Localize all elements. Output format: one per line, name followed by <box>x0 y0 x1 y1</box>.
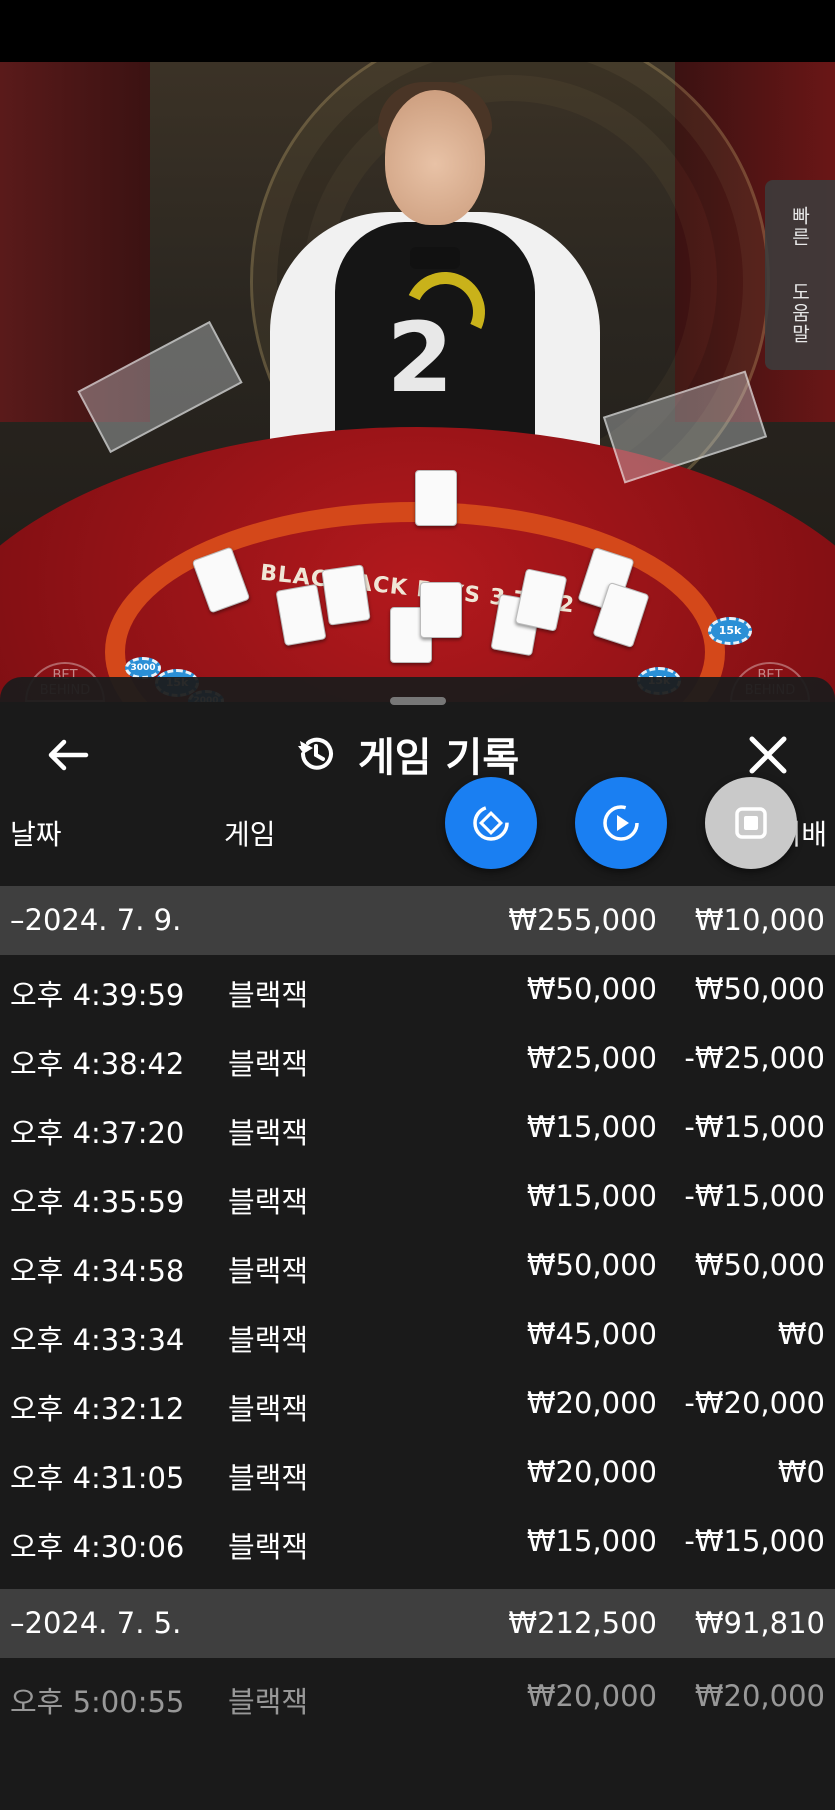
payout-amount: ₩0 <box>777 1455 825 1489</box>
replay-button[interactable] <box>575 777 667 869</box>
close-icon <box>749 736 787 774</box>
history-row[interactable]: 오후 5:00:55 블랙잭 ₩20,000 ₩20,000 <box>0 1662 835 1731</box>
bet-chip: 15k <box>708 617 752 645</box>
game-name: 블랙잭 <box>228 1530 309 1564</box>
history-row[interactable]: 오후 4:31:05 블랙잭 ₩20,000 ₩0 <box>0 1438 835 1507</box>
playing-card <box>415 470 457 526</box>
status-bar <box>0 0 835 62</box>
bet-chip: 3000 <box>125 657 161 679</box>
history-row[interactable]: 오후 4:34:58 블랙잭 ₩50,000 ₩50,000 <box>0 1231 835 1300</box>
round-time: 오후 4:31:05 <box>10 1461 185 1495</box>
quick-help-tab[interactable]: 빠른 도움말 <box>765 180 835 370</box>
date-group-row[interactable]: –2024. 7. 5. ₩212,500 ₩91,810 <box>0 1589 835 1658</box>
history-row[interactable]: 오후 4:33:34 블랙잭 ₩45,000 ₩0 <box>0 1300 835 1369</box>
page-title: 게임 기록 <box>358 735 520 781</box>
bet-amount: ₩50,000 <box>526 972 657 1006</box>
game-name: 블랙잭 <box>228 1185 309 1219</box>
bet-amount: ₩15,000 <box>526 1524 657 1558</box>
game-name: 블랙잭 <box>228 1461 309 1495</box>
history-row[interactable]: 오후 4:39:59 블랙잭 ₩50,000 ₩50,000 <box>0 955 835 1024</box>
stop-button[interactable] <box>705 777 797 869</box>
dealer-bowtie <box>410 247 460 269</box>
bet-amount: ₩20,000 <box>526 1386 657 1420</box>
history-row[interactable]: 오후 4:35:59 블랙잭 ₩15,000 -₩15,000 <box>0 1162 835 1231</box>
bet-amount: ₩20,000 <box>526 1679 657 1713</box>
total-bet: ₩212,500 <box>508 1606 657 1640</box>
live-game-video: BLACKJACK PAYS 3 TO 2 15k 15k 15k 15k 15… <box>0 62 835 702</box>
close-button[interactable] <box>738 727 798 783</box>
payout-amount: -₩25,000 <box>684 1041 825 1075</box>
round-time: 오후 4:33:34 <box>10 1323 185 1357</box>
game-name: 블랙잭 <box>228 1685 309 1719</box>
quick-help-label: 도움말 <box>788 281 811 345</box>
payout-amount: ₩50,000 <box>694 972 825 1006</box>
history-icon <box>298 737 333 770</box>
round-time: 오후 4:39:59 <box>10 978 185 1012</box>
column-header-game: 게임 <box>224 818 276 851</box>
payout-amount: ₩50,000 <box>694 1248 825 1282</box>
round-time: 오후 4:34:58 <box>10 1254 185 1288</box>
column-header-date: 날짜 <box>10 818 62 851</box>
bet-amount: ₩45,000 <box>526 1317 657 1351</box>
round-time: 오후 4:35:59 <box>10 1185 185 1219</box>
rotate-screen-button[interactable] <box>445 777 537 869</box>
game-name: 블랙잭 <box>228 1392 309 1426</box>
game-name: 블랙잭 <box>228 978 309 1012</box>
stop-icon <box>735 807 767 839</box>
round-time: 오후 4:37:20 <box>10 1116 185 1150</box>
history-row[interactable]: 오후 4:37:20 블랙잭 ₩15,000 -₩15,000 <box>0 1093 835 1162</box>
payout-amount: ₩20,000 <box>694 1679 825 1713</box>
sheet-header: 게임 기록 <box>0 717 835 791</box>
bet-amount: ₩20,000 <box>526 1455 657 1489</box>
playing-card <box>321 564 371 626</box>
round-time: 오후 4:32:12 <box>10 1392 185 1426</box>
payout-amount: -₩15,000 <box>684 1179 825 1213</box>
payout-amount: -₩20,000 <box>684 1386 825 1420</box>
bet-amount: ₩15,000 <box>526 1110 657 1144</box>
bet-amount: ₩25,000 <box>526 1041 657 1075</box>
payout-amount: ₩0 <box>777 1317 825 1351</box>
round-time: 오후 4:38:42 <box>10 1047 185 1081</box>
sheet-title-group: 게임 기록 <box>294 725 519 783</box>
game-name: 블랙잭 <box>228 1323 309 1357</box>
date-label: –2024. 7. 9. <box>10 903 182 937</box>
payout-amount: -₩15,000 <box>684 1110 825 1144</box>
bet-amount: ₩50,000 <box>526 1248 657 1282</box>
payout-amount: -₩15,000 <box>684 1524 825 1558</box>
total-payout: ₩91,810 <box>694 1606 825 1640</box>
playing-card <box>420 582 462 638</box>
history-row[interactable]: 오후 4:30:06 블랙잭 ₩15,000 -₩15,000 <box>0 1507 835 1576</box>
bet-amount: ₩15,000 <box>526 1179 657 1213</box>
game-name: 블랙잭 <box>228 1116 309 1150</box>
dealer-head <box>385 90 485 225</box>
history-row[interactable]: 오후 4:32:12 블랙잭 ₩20,000 -₩20,000 <box>0 1369 835 1438</box>
back-button[interactable] <box>38 727 98 783</box>
total-bet: ₩255,000 <box>508 903 657 937</box>
arrow-left-icon <box>48 739 89 771</box>
total-payout: ₩10,000 <box>694 903 825 937</box>
replay-icon <box>603 805 639 841</box>
rotate-icon <box>473 805 509 841</box>
countdown-number: 2 <box>386 302 454 414</box>
round-time: 오후 5:00:55 <box>10 1685 185 1719</box>
game-name: 블랙잭 <box>228 1047 309 1081</box>
round-time: 오후 4:30:06 <box>10 1530 185 1564</box>
date-label: –2024. 7. 5. <box>10 1606 182 1640</box>
history-row[interactable]: 오후 4:38:42 블랙잭 ₩25,000 -₩25,000 <box>0 1024 835 1093</box>
quick-help-label: 빠른 <box>788 205 811 248</box>
date-group-row[interactable]: –2024. 7. 9. ₩255,000 ₩10,000 <box>0 886 835 955</box>
game-name: 블랙잭 <box>228 1254 309 1288</box>
sheet-drag-handle[interactable] <box>390 697 446 705</box>
